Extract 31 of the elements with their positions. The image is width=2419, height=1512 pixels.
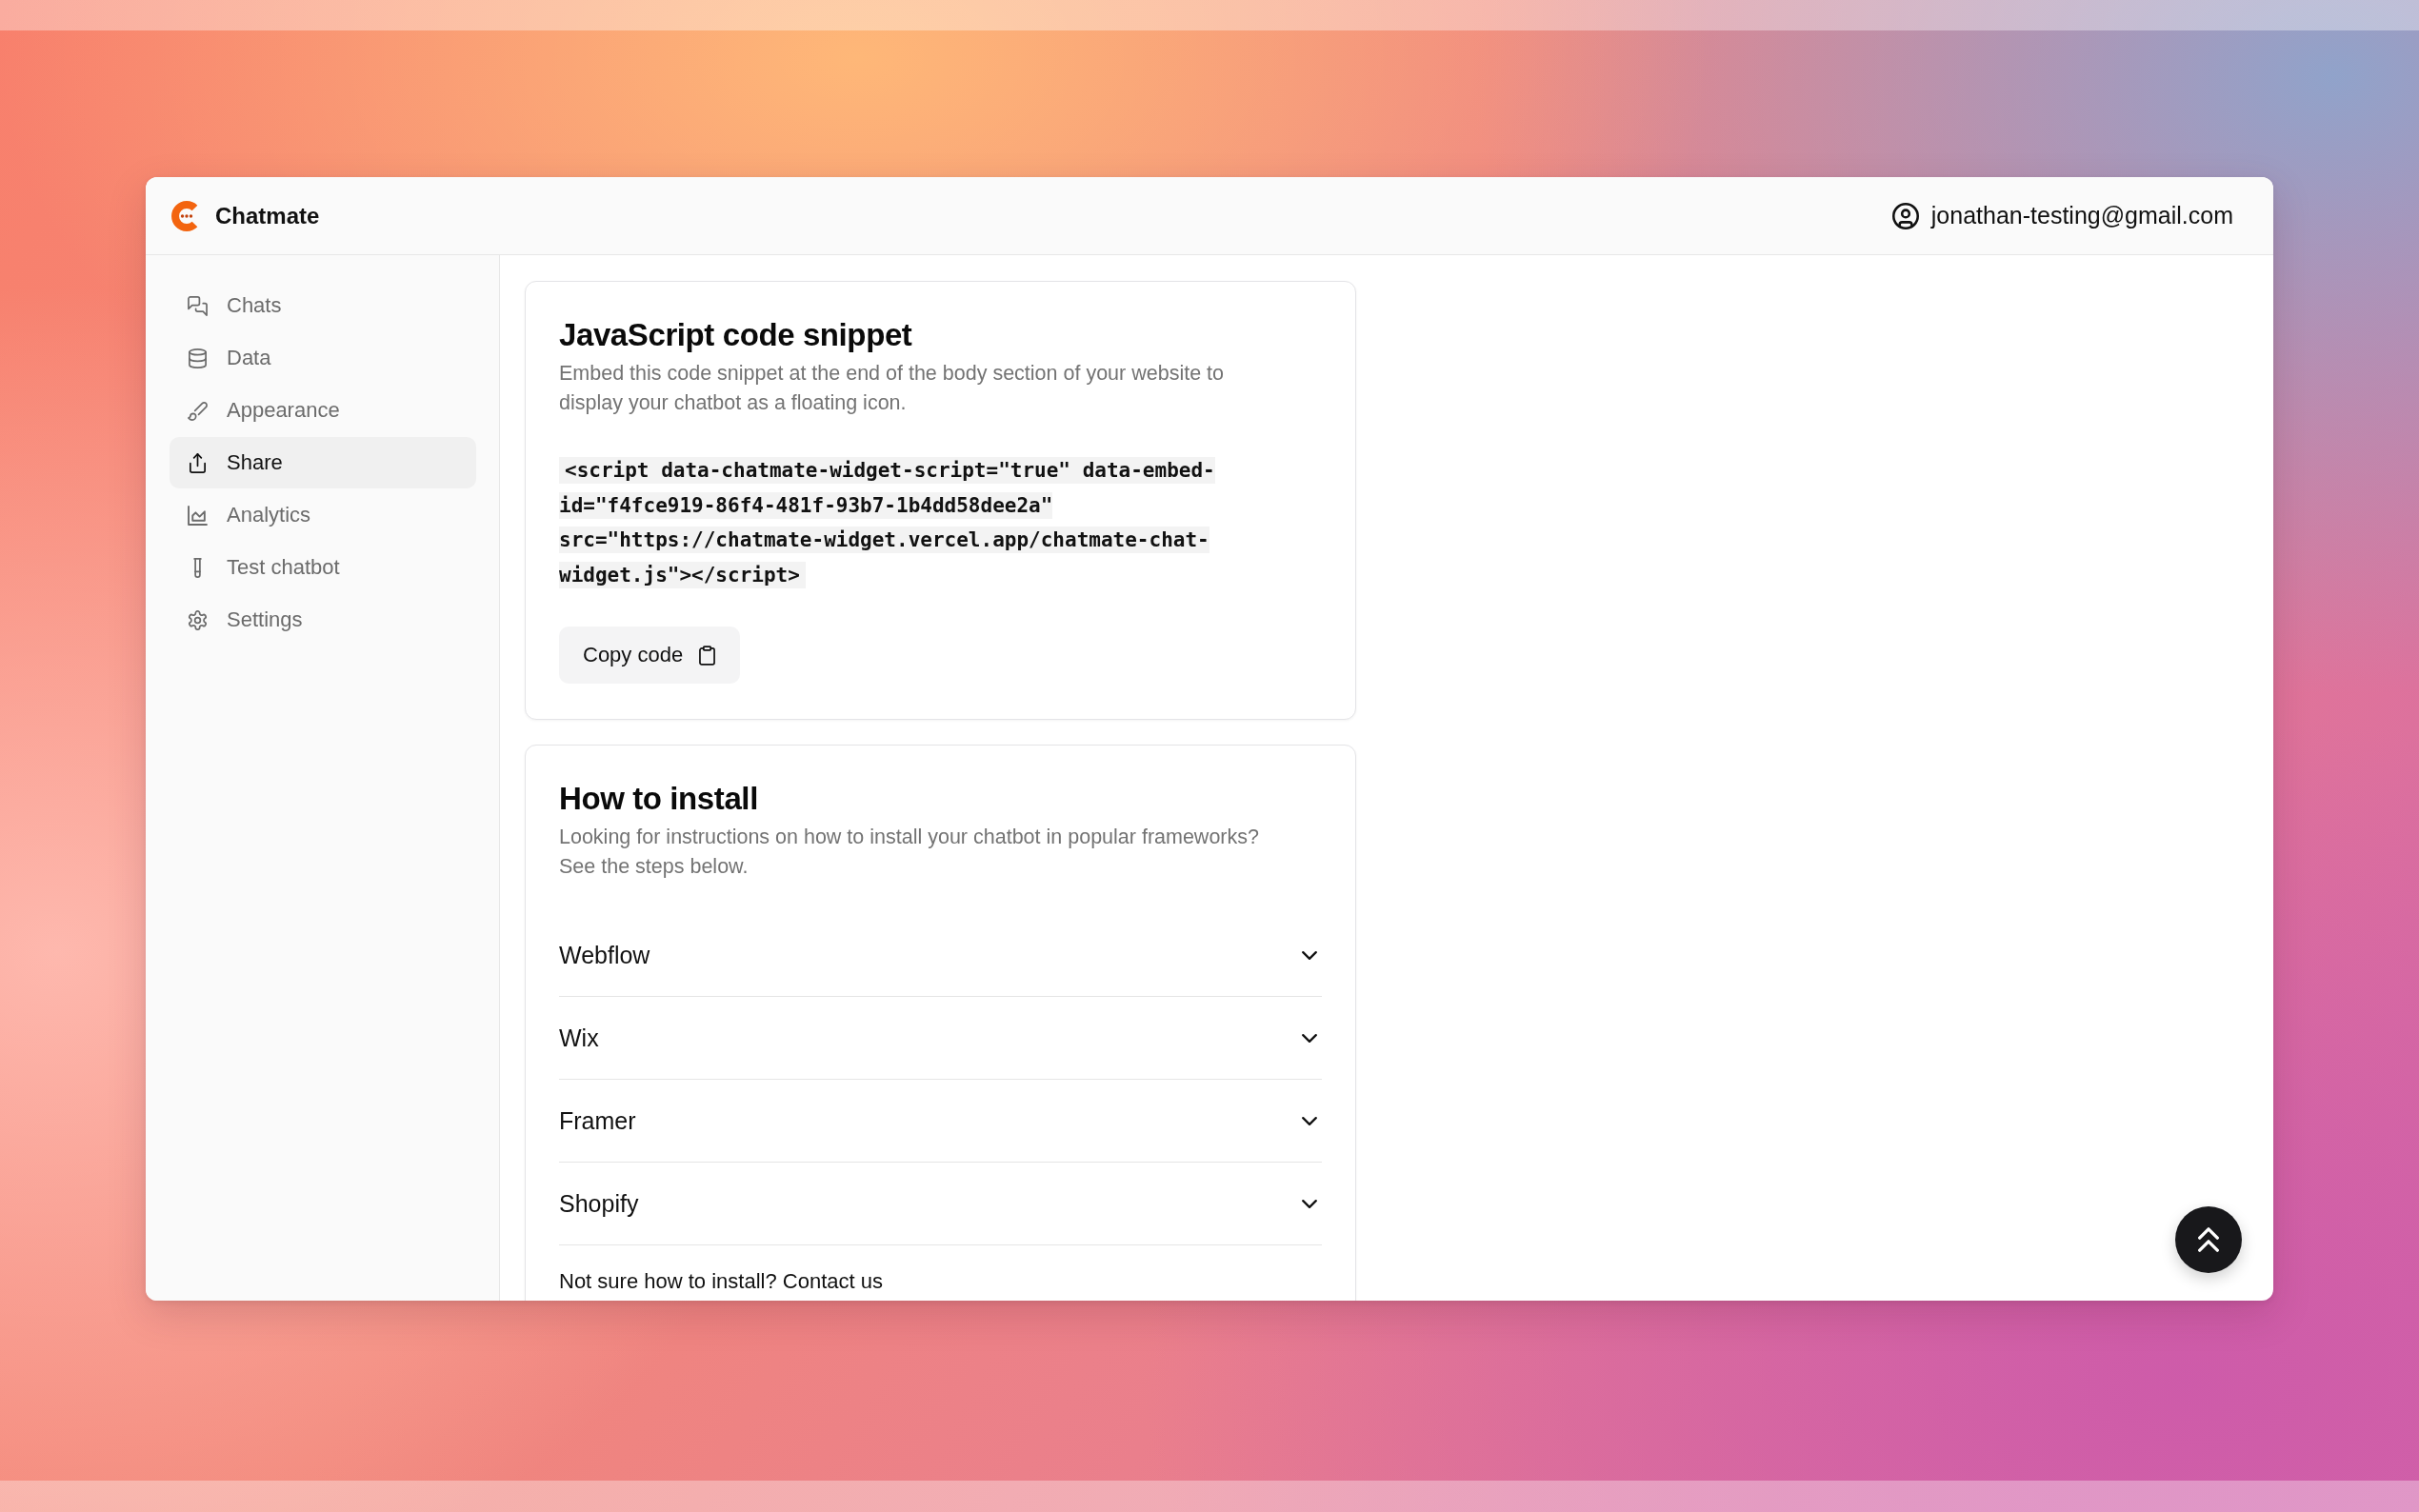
sidebar-item[interactable]: Analytics: [170, 489, 476, 541]
area-chart-icon: [188, 505, 208, 526]
settings-icon: [188, 609, 208, 630]
copy-code-button[interactable]: Copy code: [559, 627, 741, 684]
card-title: How to install: [559, 780, 759, 818]
database-icon: [188, 348, 208, 368]
brush-icon: [188, 400, 208, 421]
upload-icon: [188, 452, 208, 473]
chevrons-up-icon: [2197, 1227, 2220, 1252]
accordion-item[interactable]: Shopify: [559, 1163, 1322, 1245]
help-text: Not sure how to install? Contact us: [559, 1268, 884, 1295]
accordion-item[interactable]: Framer: [559, 1080, 1322, 1163]
sidebar-item[interactable]: Chats: [170, 280, 476, 331]
code-snippet: <script data-chatmate-widget-script="true" data-embed-id="f4fce919-86f4-481f-93b7-1b4dd58dee2a" src="https://chatmate-widget.vercel.app/chatmate-chat-widget.js"></script>: [559, 456, 1216, 590]
card-description: Looking for instructions on how to install your chatbot in popular frameworks? See the steps below.: [559, 825, 1260, 880]
sidebar-item[interactable]: Test chatbot: [170, 542, 476, 593]
contact-link[interactable]: Contact us: [782, 1269, 883, 1293]
speech-bubbles-icon: [188, 295, 208, 316]
sidebar-item[interactable]: Settings: [170, 594, 476, 646]
sidebar-item[interactable]: Share: [170, 437, 476, 488]
card-description: Embed this code snippet at the end of the body section of your website to display your chatbot as a floating icon.: [559, 361, 1225, 416]
user-icon: [1891, 202, 1919, 229]
sidebar-item[interactable]: Appearance: [170, 385, 476, 436]
scroll-to-top-button[interactable]: [2175, 1206, 2242, 1273]
card-title: JavaScript code snippet: [559, 316, 913, 354]
clipboard-icon: [699, 645, 716, 666]
sidebar-item[interactable]: Data: [170, 332, 476, 384]
brand-name: Chatmate: [215, 202, 320, 229]
accordion-item[interactable]: Webflow: [559, 914, 1322, 997]
account-email: jonathan-testing@gmail.com: [1930, 202, 2233, 229]
accordion-item[interactable]: Wix: [559, 997, 1322, 1080]
